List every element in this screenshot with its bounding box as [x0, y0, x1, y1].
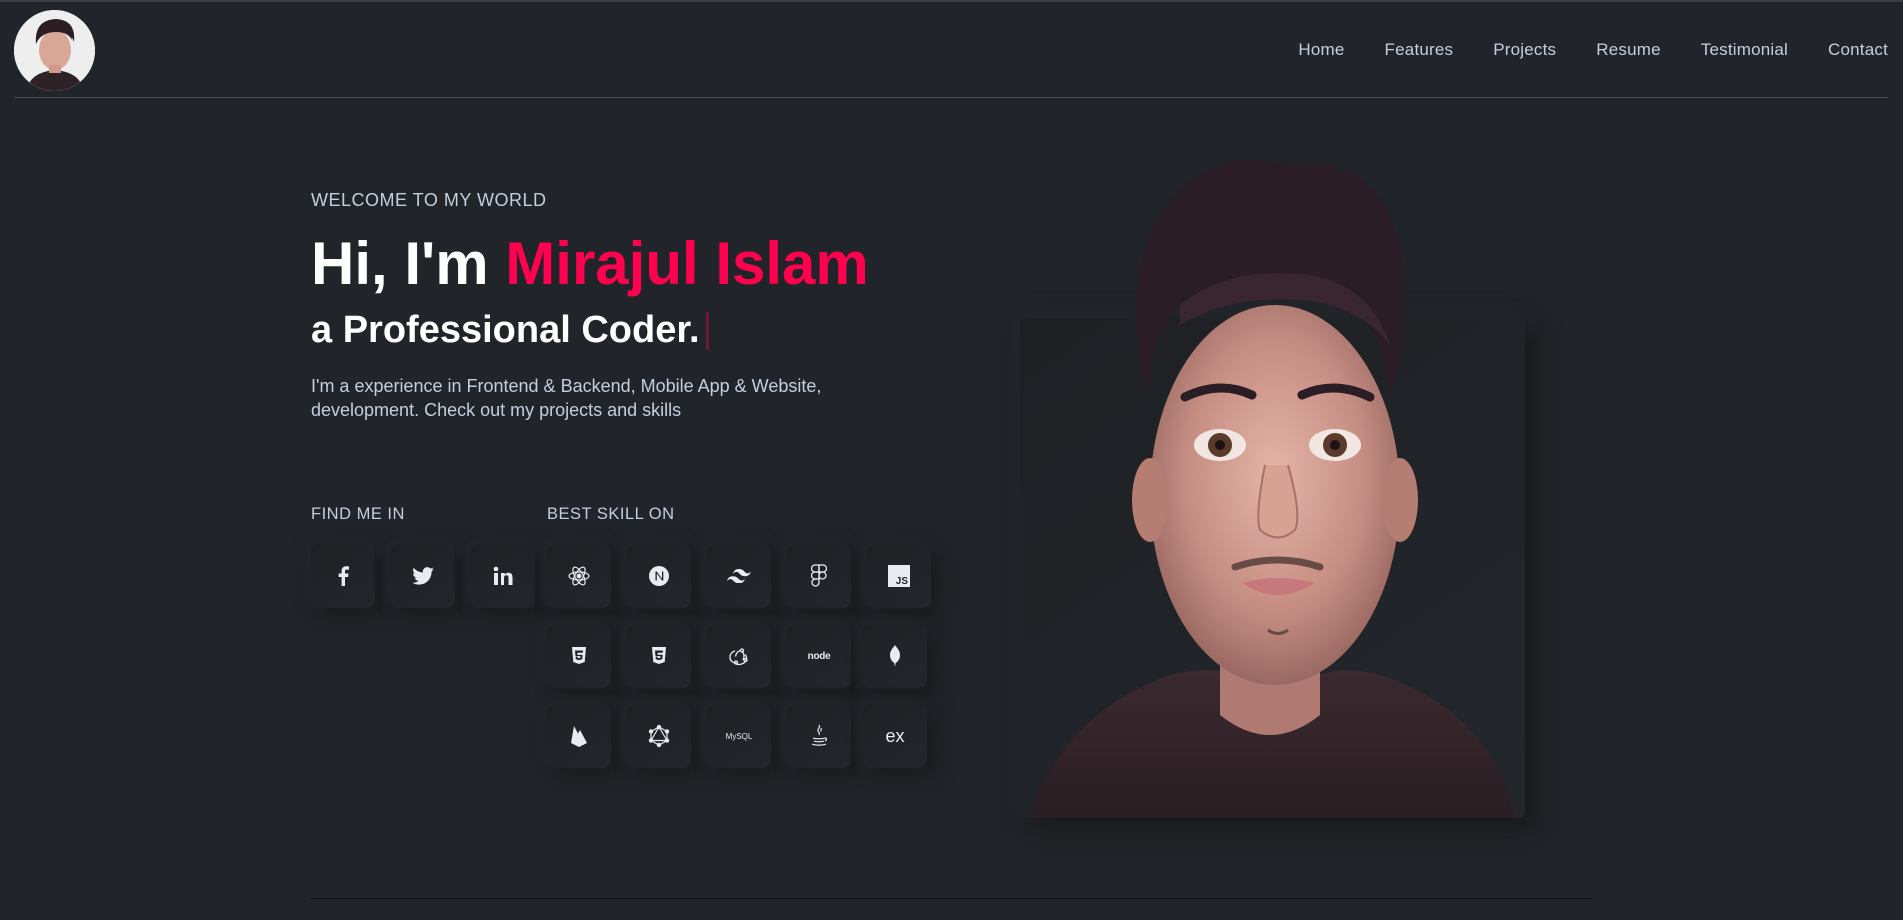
skill-mysql[interactable]: MySQL	[707, 704, 771, 768]
nav-resume[interactable]: Resume	[1596, 40, 1661, 60]
typed-text: a Professional Coder.	[311, 309, 700, 351]
facebook-button[interactable]	[311, 544, 375, 608]
nextjs-icon	[648, 565, 670, 587]
react-icon	[567, 564, 591, 588]
nav-home[interactable]: Home	[1298, 40, 1344, 60]
greeting-text: Hi, I'm	[311, 230, 506, 297]
hero-name: Mirajul Islam	[505, 230, 869, 297]
java-icon	[809, 724, 829, 748]
skill-html5[interactable]	[547, 624, 611, 688]
main-nav: Home Features Projects Resume Testimonia…	[1258, 2, 1888, 98]
find-me-label: FIND ME IN	[311, 505, 405, 523]
hero-intro: WELCOME TO MY WORLD Hi, I'm Mirajul Isla…	[311, 190, 951, 422]
skill-graphql[interactable]	[627, 704, 691, 768]
best-skill-label: BEST SKILL ON	[547, 505, 675, 523]
typing-cursor	[705, 311, 709, 350]
twitter-button[interactable]	[391, 544, 455, 608]
avatar[interactable]	[14, 10, 95, 91]
section-divider	[311, 898, 1592, 899]
skill-nextjs[interactable]	[627, 544, 691, 608]
profile-portrait	[1020, 155, 1525, 818]
mongodb-icon	[889, 645, 901, 667]
skill-nodejs[interactable]: node	[787, 624, 851, 688]
nav-features[interactable]: Features	[1385, 40, 1454, 60]
skill-redux[interactable]	[707, 624, 771, 688]
skill-css3[interactable]	[627, 624, 691, 688]
twitter-icon	[412, 567, 434, 585]
nodejs-icon: node	[807, 650, 831, 662]
linkedin-button[interactable]	[471, 544, 535, 608]
redux-icon	[727, 645, 751, 667]
graphql-icon	[648, 725, 670, 747]
skill-react[interactable]	[547, 544, 611, 608]
nav-testimonial[interactable]: Testimonial	[1701, 40, 1788, 60]
welcome-text: WELCOME TO MY WORLD	[311, 190, 547, 210]
skill-express[interactable]: ex	[863, 704, 927, 768]
express-icon: ex	[885, 725, 905, 746]
nav-projects[interactable]: Projects	[1493, 40, 1556, 60]
hero-subtitle: a Professional Coder.	[311, 309, 951, 352]
hero-description: I'm a experience in Frontend & Backend, …	[311, 376, 822, 420]
figma-icon	[811, 564, 827, 588]
skill-mongodb[interactable]	[863, 624, 927, 688]
mysql-icon: MySQL	[725, 731, 753, 741]
firebase-icon	[570, 725, 588, 747]
skill-tailwind[interactable]	[707, 544, 771, 608]
skill-firebase[interactable]	[547, 704, 611, 768]
tailwind-icon	[727, 569, 751, 583]
html5-icon	[571, 647, 587, 665]
skill-javascript[interactable]: JS	[867, 544, 931, 608]
linkedin-icon	[493, 566, 513, 586]
skill-java[interactable]	[787, 704, 851, 768]
skill-figma[interactable]	[787, 544, 851, 608]
javascript-icon: JS	[888, 565, 910, 587]
hero-title: Hi, I'm Mirajul Islam	[311, 229, 951, 299]
nav-contact[interactable]: Contact	[1828, 40, 1888, 60]
site-header: Home Features Projects Resume Testimonia…	[14, 2, 1888, 98]
css3-icon	[651, 647, 667, 665]
facebook-icon	[336, 566, 350, 586]
